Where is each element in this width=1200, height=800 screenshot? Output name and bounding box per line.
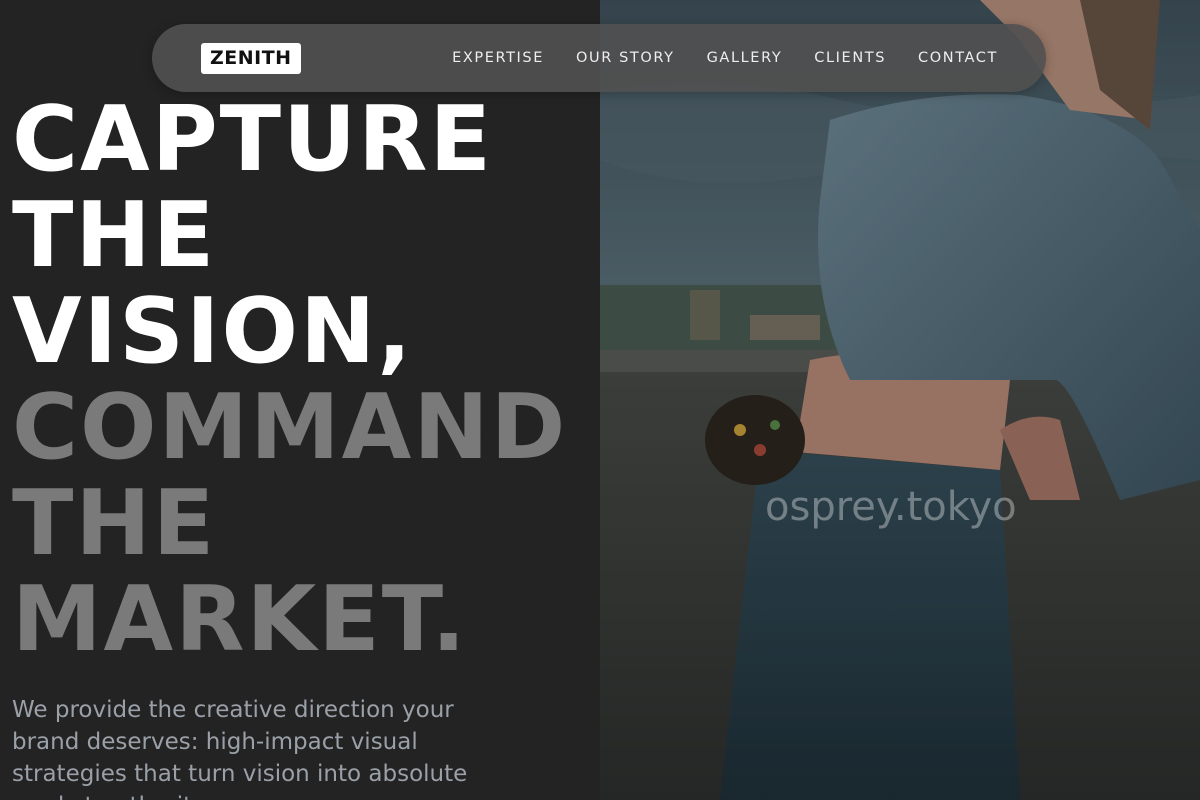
- nav-link-contact[interactable]: CONTACT: [918, 50, 998, 66]
- headline-line-4: COMMAND: [12, 375, 568, 480]
- hero-photo-illustration: [600, 0, 1200, 800]
- nav-link-gallery[interactable]: GALLERY: [707, 50, 783, 66]
- headline-line-6: MARKET.: [12, 567, 468, 672]
- nav-links: EXPERTISE OUR STORY GALLERY CLIENTS CONT…: [452, 24, 998, 92]
- hero-subcopy: We provide the creative direction your b…: [12, 697, 468, 800]
- nav-link-our-story[interactable]: OUR STORY: [576, 50, 675, 66]
- top-navigation: ZENITH EXPERTISE OUR STORY GALLERY CLIEN…: [152, 24, 1046, 92]
- landing-page: CAPTURE THE VISION, COMMAND THE MARKET. …: [0, 0, 1200, 800]
- headline-line-2: THE: [12, 183, 217, 288]
- image-watermark: osprey.tokyo: [765, 484, 1017, 530]
- nav-link-clients[interactable]: CLIENTS: [814, 50, 886, 66]
- brand-logo[interactable]: ZENITH: [201, 43, 301, 74]
- headline-line-1: CAPTURE: [12, 87, 493, 192]
- hero-headline: CAPTURE THE VISION, COMMAND THE MARKET.: [12, 92, 567, 668]
- hero-image: [600, 0, 1200, 800]
- headline-line-5: THE: [12, 471, 217, 576]
- nav-link-expertise[interactable]: EXPERTISE: [452, 50, 544, 66]
- hero-text-panel: CAPTURE THE VISION, COMMAND THE MARKET. …: [0, 0, 600, 800]
- headline-line-3: VISION,: [12, 279, 414, 384]
